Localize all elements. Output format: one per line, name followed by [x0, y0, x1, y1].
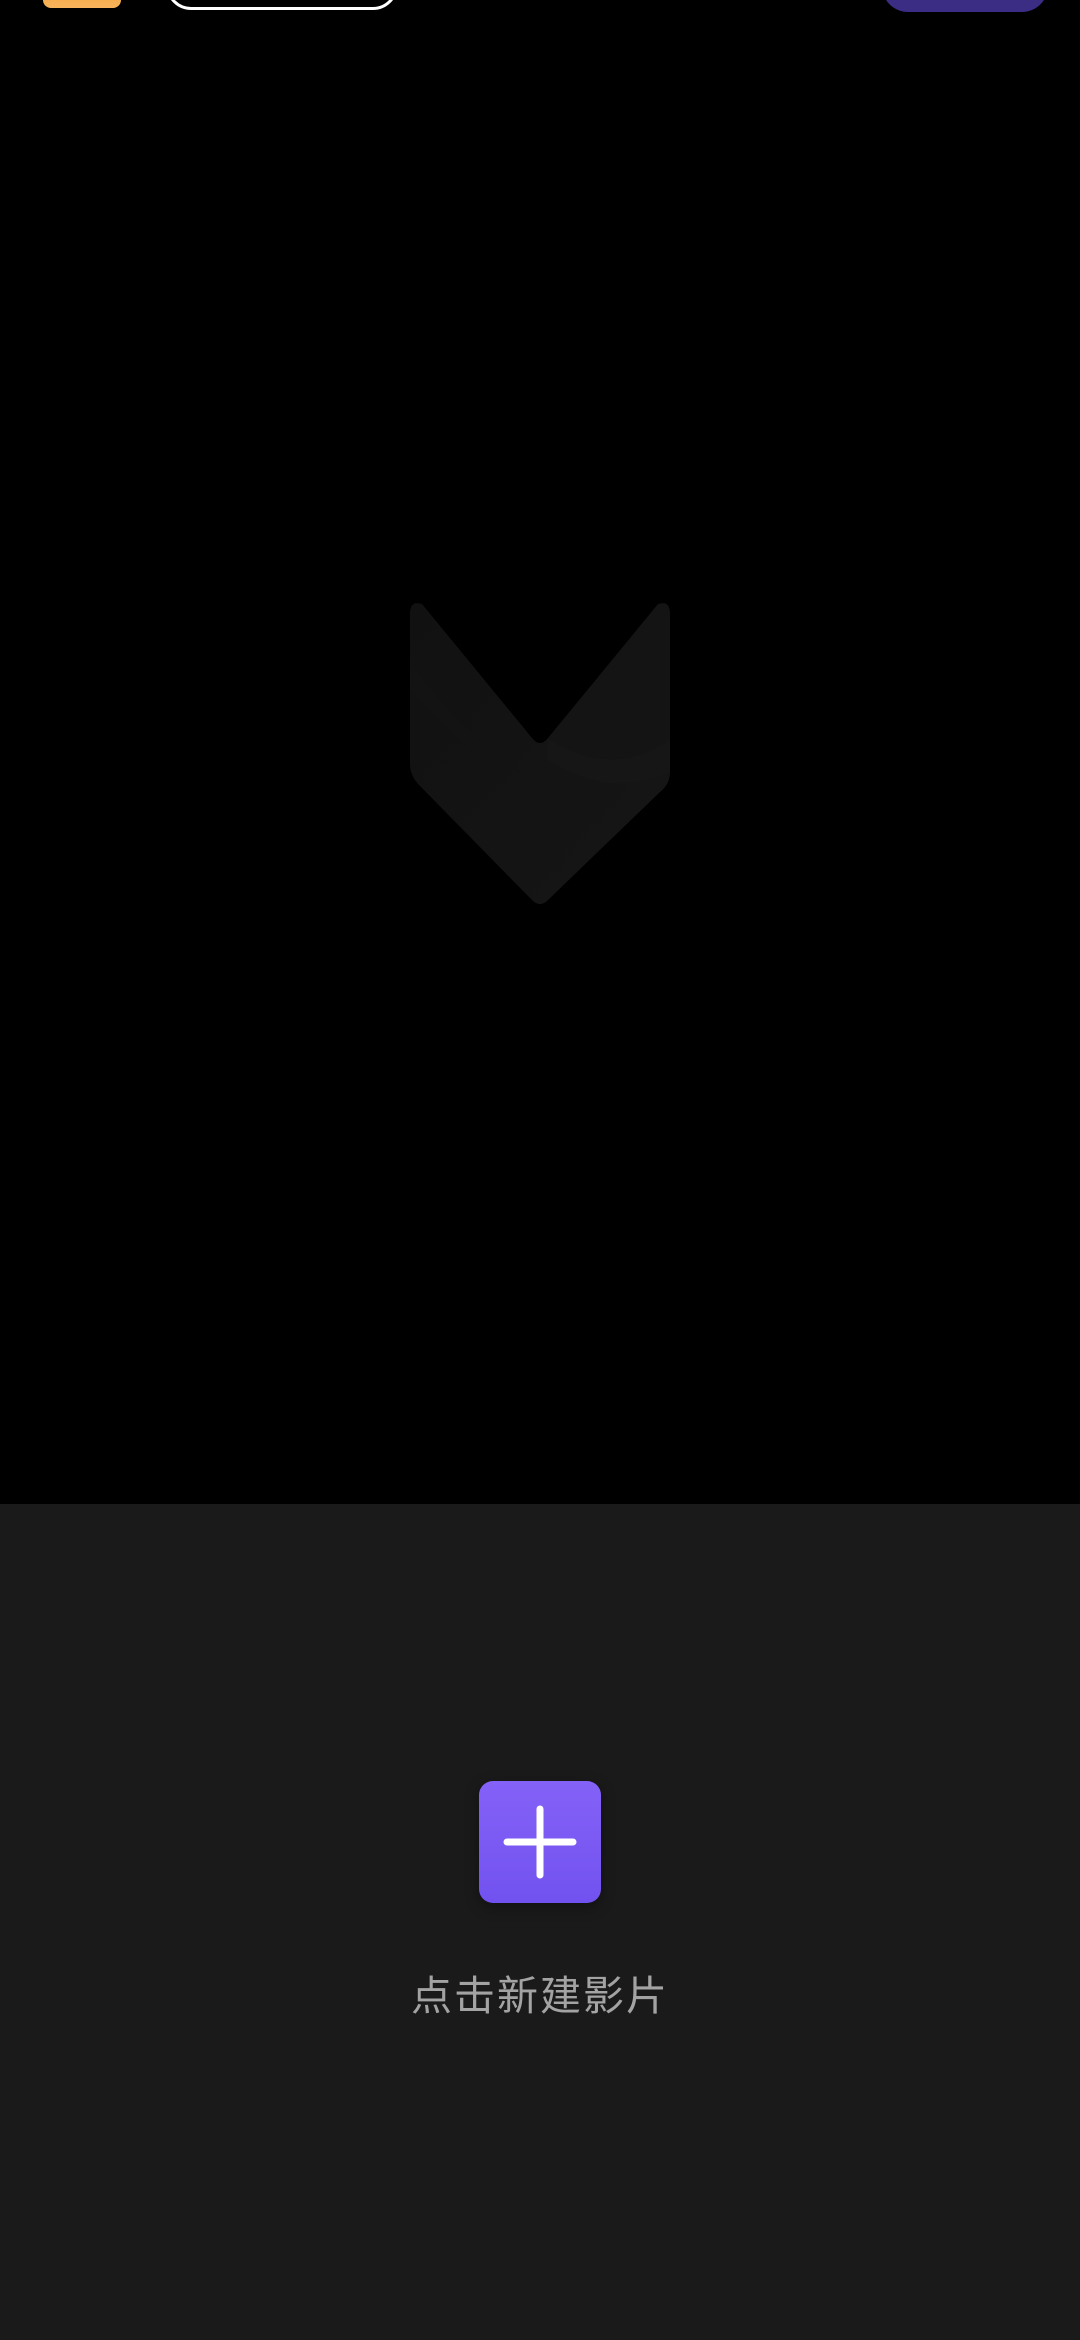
new-project-label[interactable]: 点击新建影片 — [0, 1962, 1080, 2022]
create-project-panel — [0, 1504, 1080, 2340]
new-project-button[interactable] — [479, 1781, 601, 1903]
top-outline-button[interactable] — [166, 0, 398, 10]
top-action-button[interactable] — [882, 0, 1048, 12]
plus-icon — [503, 1805, 577, 1879]
app-logo-chevron-icon — [410, 603, 670, 904]
preview-area — [0, 0, 1080, 1504]
vip-badge[interactable] — [43, 0, 121, 8]
